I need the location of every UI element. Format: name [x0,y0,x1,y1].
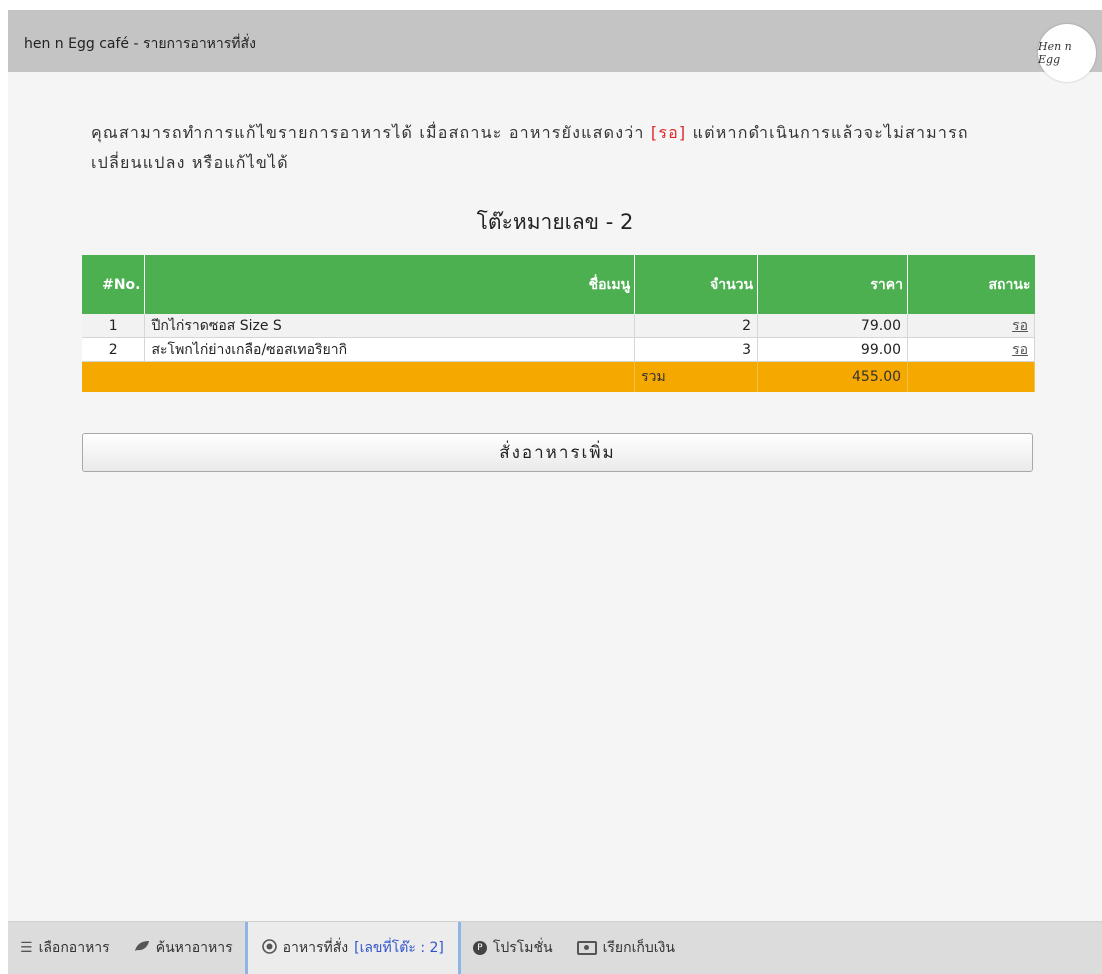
notice-text-before: คุณสามารถทำการแก้ไขรายการอาหารได้ เมื่อส… [91,123,651,142]
table-row: 2 สะโพกไก่ย่างเกลือ/ซอสเทอริยากิ 3 99.00… [82,337,1035,362]
promotion-icon: P [472,941,487,955]
menu-icon: ☰ [20,940,33,956]
logo-text: Hen n Egg [1038,40,1072,66]
nav-label: อาหารที่สั่ง [282,940,349,956]
row-status-link[interactable]: รอ [1012,318,1028,334]
nav-label: โปรโมชั่น [492,940,553,956]
col-header-price: ราคา [757,255,909,314]
total-row: รวม 455.00 [82,361,1035,392]
col-header-status: สถานะ [907,255,1035,314]
bottom-nav: ☰ เลือกอาหาร ค้นหาอาหาร อาหารที่สั่ง [เล… [8,921,1102,974]
row-price: 79.00 [757,314,909,338]
nav-label: ค้นหาอาหาร [155,940,233,956]
table-number-heading: โต๊ะหมายเลข - 2 [476,210,634,234]
col-header-no: #No. [82,255,146,314]
orders-table: #No. ชื่อเมนู จำนวน ราคา สถานะ 1 ปีกไก่ร… [82,255,1035,392]
row-menu: สะโพกไก่ย่างเกลือ/ซอสเทอริยากิ [144,337,636,362]
row-no: 1 [82,314,146,338]
col-header-menu: ชื่อเมนู [144,255,636,314]
row-status-link[interactable]: รอ [1012,342,1028,358]
total-value: 455.00 [757,361,909,392]
row-status-cell: รอ [907,314,1035,338]
nav-ordered-food[interactable]: อาหารที่สั่ง [เลขที่โต๊ะ : 2] [244,922,461,974]
orders-icon [261,938,277,958]
row-no: 2 [82,337,146,362]
app-frame: hen n Egg café - รายการอาหารที่สั่ง Hen … [8,10,1102,974]
app-header: hen n Egg café - รายการอาหารที่สั่ง Hen … [8,10,1102,82]
leaf-icon [134,940,150,956]
order-more-button[interactable]: สั่งอาหารเพิ่ม [82,433,1033,472]
table-row: 1 ปีกไก่ราดซอส Size S 2 79.00 รอ [82,314,1035,338]
page-title: hen n Egg café - รายการอาหารที่สั่ง [24,36,256,52]
nav-request-bill[interactable]: เรียกเก็บเงิน [565,922,687,974]
nav-promotion[interactable]: P โปรโมชั่น [461,922,565,974]
row-qty: 2 [634,314,759,338]
row-qty: 3 [634,337,759,362]
row-price: 99.00 [757,337,909,362]
nav-table-number: [เลขที่โต๊ะ : 2] [354,940,444,956]
edit-notice: คุณสามารถทำการแก้ไขรายการอาหารได้ เมื่อส… [91,118,1041,178]
total-label: รวม [634,361,759,392]
table-header-row: #No. ชื่อเมนู จำนวน ราคา สถานะ [82,255,1035,314]
nav-select-food[interactable]: ☰ เลือกอาหาร [8,922,122,974]
bill-icon [576,941,597,955]
notice-status-word: [รอ] [650,123,687,142]
row-status-cell: รอ [907,337,1035,362]
nav-label: เรียกเก็บเงิน [602,940,675,956]
row-menu: ปีกไก่ราดซอส Size S [144,314,636,338]
total-spacer [82,361,636,392]
nav-search-food[interactable]: ค้นหาอาหาร [122,922,245,974]
nav-label: เลือกอาหาร [38,940,110,956]
col-header-qty: จำนวน [634,255,759,314]
cafe-logo[interactable]: Hen n Egg [1038,24,1096,82]
total-status-blank [907,361,1035,392]
